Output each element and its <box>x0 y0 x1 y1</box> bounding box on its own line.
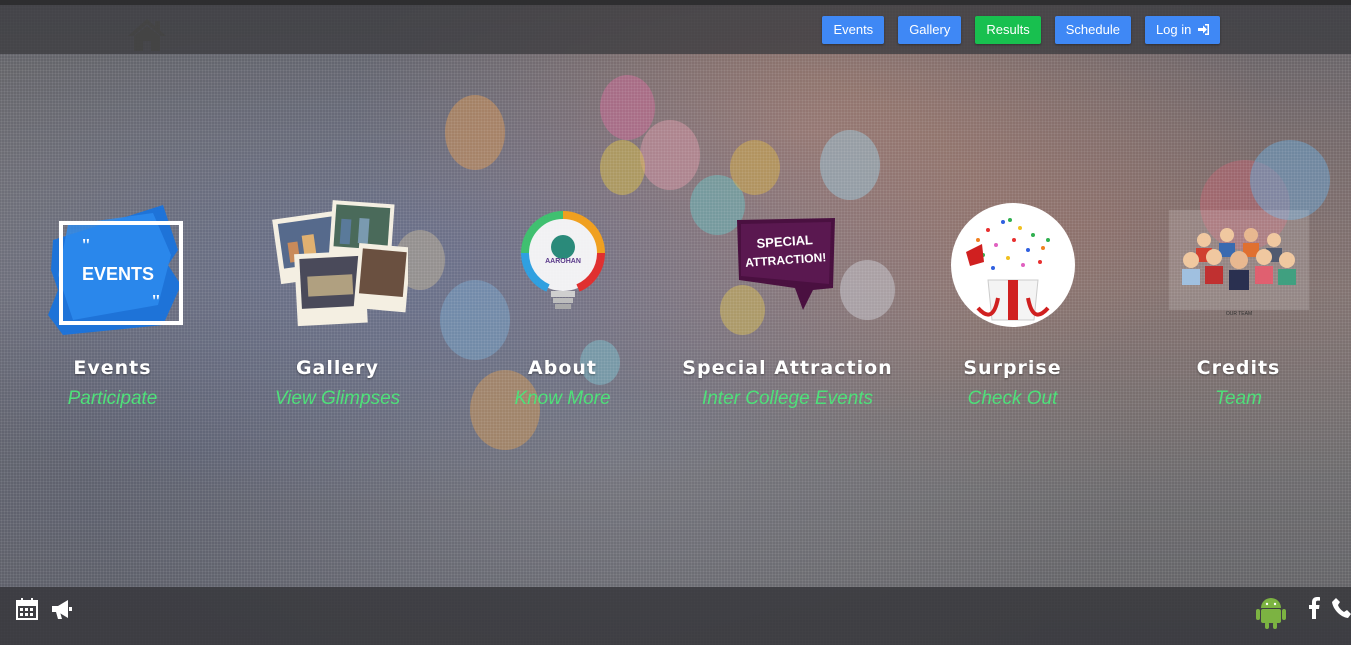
tile-special-attraction[interactable]: SPECIAL ATTRACTION! Special Attraction I… <box>675 195 900 409</box>
tile-title: Special Attraction <box>682 357 893 379</box>
tile-subtitle-link[interactable]: Team <box>1126 388 1351 409</box>
tile-title: Events <box>73 357 152 379</box>
tile-title: Gallery <box>295 357 380 379</box>
top-navbar: Events Gallery Results Schedule Log in <box>0 0 1351 54</box>
tile-title: Credits <box>1196 357 1281 379</box>
lightbulb-logo-image: AAROHAN <box>450 195 675 335</box>
gallery-nav-button[interactable]: Gallery <box>898 16 962 44</box>
credits-image-text: OUR TEAM <box>1225 311 1251 317</box>
megaphone-icon[interactable] <box>50 598 72 624</box>
sign-in-icon <box>1198 17 1209 45</box>
tile-credits[interactable]: OUR TEAM Credits Team <box>1126 195 1351 409</box>
nav-buttons: Events Gallery Results Schedule Log in <box>822 16 1220 44</box>
tile-subtitle-link[interactable]: Participate <box>0 388 225 409</box>
svg-text:": " <box>151 291 161 311</box>
home-icon[interactable] <box>126 17 168 53</box>
about-image-text: AAROHAN <box>545 258 581 265</box>
team-people-image: OUR TEAM <box>1126 195 1351 335</box>
tile-subtitle-link[interactable]: Check Out <box>900 388 1125 409</box>
bottom-bar <box>0 587 1351 645</box>
tile-gallery[interactable]: Gallery View Glimpses <box>225 195 450 409</box>
tile-subtitle-link[interactable]: Inter College Events <box>675 388 900 409</box>
events-image-text: EVENTS <box>81 264 153 284</box>
android-icon[interactable] <box>1255 596 1287 634</box>
svg-text:": " <box>81 235 91 255</box>
tile-about[interactable]: AAROHAN About Know More <box>450 195 675 409</box>
phone-icon[interactable] <box>1332 597 1351 623</box>
tile-events[interactable]: EVENTS " " Events Participate <box>0 195 225 409</box>
special-attraction-banner-image: SPECIAL ATTRACTION! <box>675 195 900 335</box>
login-nav-button[interactable]: Log in <box>1144 16 1220 45</box>
gift-box-confetti-image <box>900 195 1125 335</box>
tile-subtitle-link[interactable]: View Glimpses <box>225 388 450 409</box>
tile-title: About <box>528 357 597 379</box>
login-label: Log in <box>1155 22 1192 37</box>
tile-subtitle-link[interactable]: Know More <box>450 388 675 409</box>
facebook-icon[interactable] <box>1308 597 1320 623</box>
results-nav-button[interactable]: Results <box>975 16 1041 44</box>
calendar-icon[interactable] <box>16 598 38 624</box>
polaroid-photos-image <box>225 195 450 335</box>
tile-surprise[interactable]: Surprise Check Out <box>900 195 1125 409</box>
events-nav-button[interactable]: Events <box>822 16 885 44</box>
events-brush-image: EVENTS " " <box>0 195 225 335</box>
tile-title: Surprise <box>963 357 1062 379</box>
schedule-nav-button[interactable]: Schedule <box>1054 16 1131 44</box>
